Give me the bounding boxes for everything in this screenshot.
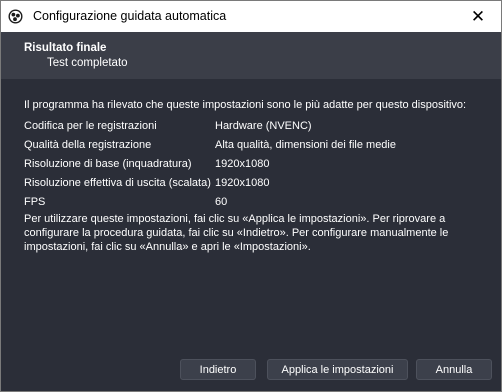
setting-row: Qualità della registrazione Alta qualità… xyxy=(24,139,484,153)
setting-value: 1920x1080 xyxy=(215,177,270,189)
wizard-window: Configurazione guidata automatica ✕ Risu… xyxy=(0,0,502,392)
back-button[interactable]: Indietro xyxy=(180,359,256,380)
intro-text: Il programma ha rilevato che queste impo… xyxy=(24,99,467,111)
setting-row: Codifica per le registrazioni Hardware (… xyxy=(24,120,484,134)
instructions-text: Per utilizzare queste impostazioni, fai … xyxy=(24,213,449,253)
title-bar: Configurazione guidata automatica ✕ xyxy=(1,1,501,32)
setting-label: Risoluzione effettiva di uscita (scalata… xyxy=(24,177,211,189)
page-header: Risultato finale Test completato xyxy=(1,32,501,79)
setting-value: Hardware (NVENC) xyxy=(215,120,312,132)
close-button[interactable]: ✕ xyxy=(455,1,501,32)
setting-label: Codifica per le registrazioni xyxy=(24,120,157,132)
setting-label: FPS xyxy=(24,196,46,208)
page-subtitle: Test completato xyxy=(47,57,128,69)
setting-value: Alta qualità, dimensioni dei file medie xyxy=(215,139,396,151)
cancel-button[interactable]: Annulla xyxy=(416,359,492,380)
setting-value: 1920x1080 xyxy=(215,158,270,170)
setting-label: Qualità della registrazione xyxy=(24,139,152,151)
setting-value: 60 xyxy=(215,196,228,208)
apply-settings-button[interactable]: Applica le impostazioni xyxy=(267,359,408,380)
setting-row: FPS 60 xyxy=(24,196,484,210)
setting-row: Risoluzione di base (inquadratura) 1920x… xyxy=(24,158,484,172)
setting-label: Risoluzione di base (inquadratura) xyxy=(24,158,192,170)
close-icon: ✕ xyxy=(470,6,486,26)
page-title: Risultato finale xyxy=(24,42,107,54)
window-title: Configurazione guidata automatica xyxy=(33,9,227,23)
setting-row: Risoluzione effettiva di uscita (scalata… xyxy=(24,177,484,191)
obs-logo-icon xyxy=(8,9,23,24)
